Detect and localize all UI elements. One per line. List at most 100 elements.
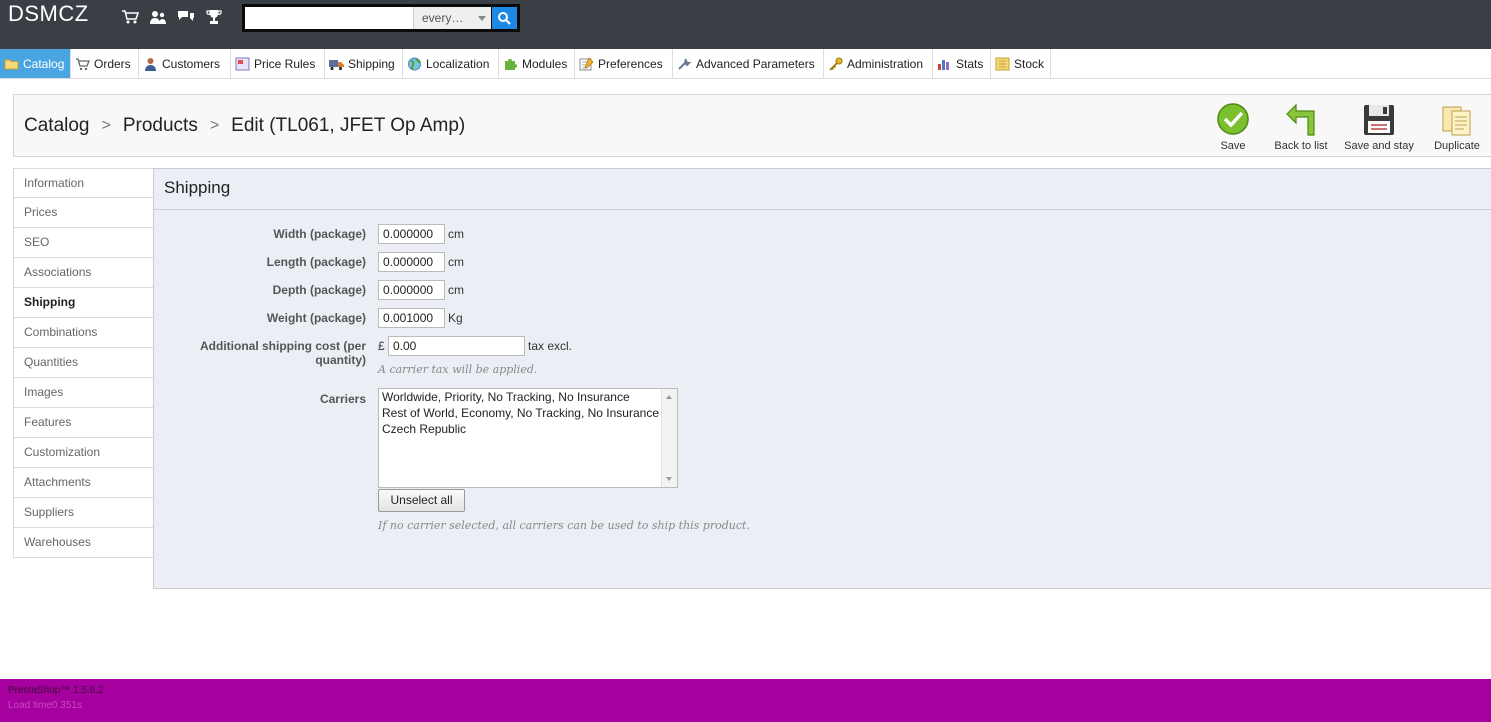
version-text: PrestaShop™ 1.5.6.2	[8, 685, 104, 696]
footer: PrestaShop™ 1.5.6.2 Load time0.351s	[0, 679, 1491, 722]
main-menu: Catalog Orders Customers Price Rules Shi…	[0, 49, 1491, 79]
bar-chart-icon	[937, 57, 952, 71]
menu-item-label: Administration	[847, 56, 924, 71]
menu-item-preferences[interactable]: Preferences	[575, 49, 673, 78]
menu-item-customers[interactable]: Customers	[139, 49, 231, 78]
search-button[interactable]	[492, 7, 517, 29]
carrier-option[interactable]: Czech Republic	[379, 421, 677, 437]
length-label: Length (package)	[266, 255, 366, 269]
save-button[interactable]: Save	[1212, 103, 1254, 152]
menu-item-label: Customers	[162, 56, 221, 71]
menu-item-orders[interactable]: Orders	[71, 49, 139, 78]
tab-quantities[interactable]: Quantities	[13, 348, 154, 378]
length-input[interactable]	[378, 252, 445, 272]
menu-item-label: Shipping	[348, 56, 395, 71]
additional-cost-label-line2: quantity)	[315, 353, 366, 367]
tab-prices[interactable]: Prices	[13, 198, 154, 228]
duplicate-icon	[1442, 106, 1471, 136]
tab-information[interactable]: Information	[13, 168, 154, 198]
tab-features[interactable]: Features	[13, 408, 154, 438]
price-tag-icon	[235, 57, 250, 71]
menu-item-catalog[interactable]: Catalog	[0, 49, 71, 78]
menu-item-advanced-parameters[interactable]: Advanced Parameters	[673, 49, 824, 78]
depth-unit: cm	[448, 283, 464, 297]
menu-item-stock[interactable]: Stock	[991, 49, 1051, 78]
chevron-right-icon: >	[209, 117, 220, 134]
width-label: Width (package)	[273, 227, 366, 241]
menu-item-price-rules[interactable]: Price Rules	[231, 49, 325, 78]
scroll-up-icon[interactable]	[666, 395, 672, 399]
stock-icon	[995, 57, 1010, 71]
menu-item-label: Preferences	[598, 56, 663, 71]
tab-suppliers[interactable]: Suppliers	[13, 498, 154, 528]
key-icon	[828, 57, 843, 71]
search-bar: every…	[242, 4, 520, 32]
duplicate-label: Duplicate	[1434, 140, 1480, 152]
tab-associations[interactable]: Associations	[13, 258, 154, 288]
page-title: Edit (TL061, JFET Op Amp)	[231, 115, 466, 136]
page-header: Catalog > Products > Edit (TL061, JFET O…	[13, 94, 1491, 157]
trophy-icon[interactable]	[205, 9, 223, 25]
carrier-option[interactable]: Worldwide, Priority, No Tracking, No Ins…	[379, 389, 677, 405]
wrench-icon	[677, 57, 692, 71]
globe-icon	[407, 57, 422, 71]
breadcrumb-item-catalog[interactable]: Catalog	[24, 115, 90, 137]
tab-shipping[interactable]: Shipping	[13, 288, 154, 318]
menu-item-shipping[interactable]: Shipping	[325, 49, 403, 78]
carrier-option[interactable]: Rest of World, Economy, No Tracking, No …	[379, 405, 677, 421]
cart-icon[interactable]	[121, 9, 140, 25]
carriers-select[interactable]: Worldwide, Priority, No Tracking, No Ins…	[378, 388, 678, 488]
panel-title: Shipping	[164, 178, 231, 197]
search-input[interactable]	[245, 7, 413, 29]
weight-input[interactable]	[378, 308, 445, 328]
search-scope-value: every…	[422, 11, 464, 25]
chevron-down-icon	[478, 16, 486, 21]
shop-logo[interactable]: DSMCZ	[8, 1, 89, 27]
menu-item-stats[interactable]: Stats	[933, 49, 991, 78]
shipping-panel: Shipping Width (package) cm Length (pack…	[153, 168, 1491, 589]
divider	[154, 209, 1491, 210]
carriers-label: Carriers	[319, 392, 366, 406]
menu-item-administration[interactable]: Administration	[824, 49, 933, 78]
tab-warehouses[interactable]: Warehouses	[13, 528, 154, 558]
menu-item-modules[interactable]: Modules	[499, 49, 575, 78]
save-and-stay-button[interactable]: Save and stay	[1342, 103, 1416, 152]
additional-cost-input[interactable]	[388, 336, 525, 356]
top-header: DSMCZ every…	[0, 0, 1491, 49]
tab-images[interactable]: Images	[13, 378, 154, 408]
width-unit: cm	[448, 227, 464, 241]
scroll-down-icon[interactable]	[666, 477, 672, 481]
user-icon	[143, 57, 158, 71]
cart-icon	[75, 57, 90, 71]
carriers-scrollbar[interactable]	[661, 389, 677, 487]
tab-customization[interactable]: Customization	[13, 438, 154, 468]
menu-item-label: Catalog	[23, 56, 65, 71]
tab-seo[interactable]: SEO	[13, 228, 154, 258]
currency-symbol: £	[378, 339, 385, 353]
carriers-hint: If no carrier selected, all carriers can…	[378, 519, 750, 532]
floppy-disk-icon	[1364, 105, 1394, 135]
additional-cost-label-line1: Additional shipping cost (per	[200, 339, 366, 353]
tab-combinations[interactable]: Combinations	[13, 318, 154, 348]
menu-item-label: Price Rules	[254, 56, 316, 71]
menu-item-localization[interactable]: Localization	[403, 49, 499, 78]
quick-access-icons	[121, 9, 223, 25]
back-to-list-button[interactable]: Back to list	[1272, 103, 1330, 152]
additional-cost-unit: tax excl.	[528, 339, 573, 353]
depth-input[interactable]	[378, 280, 445, 300]
search-scope-select[interactable]: every…	[413, 7, 491, 29]
carrier-tax-hint: A carrier tax will be applied.	[378, 363, 538, 376]
customers-icon[interactable]	[149, 9, 167, 25]
menu-item-label: Stock	[1014, 56, 1045, 71]
truck-icon	[329, 57, 344, 71]
depth-label: Depth (package)	[272, 283, 366, 297]
menu-item-label: Localization	[426, 56, 490, 71]
unselect-all-button[interactable]: Unselect all	[378, 489, 465, 512]
breadcrumb: Catalog > Products > Edit (TL061, JFET O…	[24, 115, 465, 137]
menu-item-label: Advanced Parameters	[696, 56, 815, 71]
duplicate-button[interactable]: Duplicate	[1432, 103, 1482, 152]
messages-icon[interactable]	[177, 9, 195, 25]
tab-attachments[interactable]: Attachments	[13, 468, 154, 498]
width-input[interactable]	[378, 224, 445, 244]
breadcrumb-item-products[interactable]: Products	[123, 115, 198, 137]
